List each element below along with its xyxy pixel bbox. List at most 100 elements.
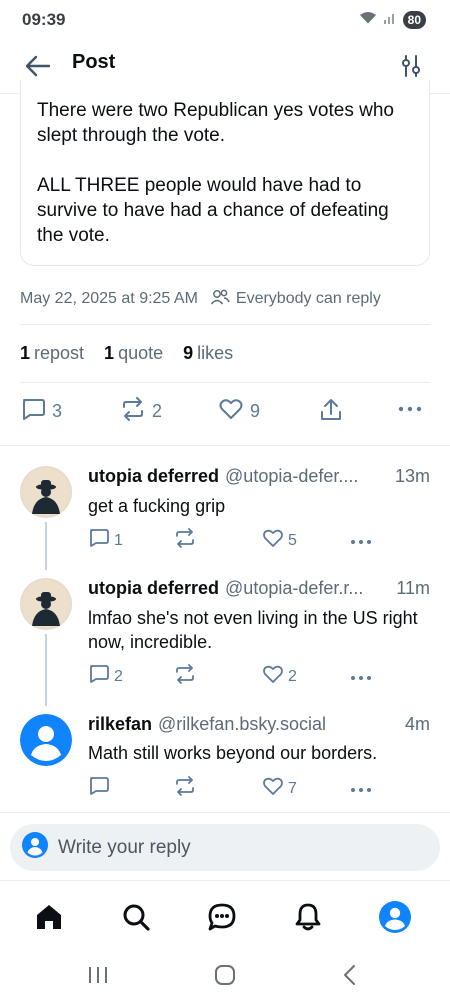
- reply-button[interactable]: 3: [20, 397, 62, 426]
- signal-icon: [383, 11, 397, 30]
- post-text: There were two Republican yes votes who …: [37, 100, 394, 246]
- post-text-card[interactable]: There were two Republican yes votes who …: [20, 80, 430, 266]
- more-dots-icon: [350, 780, 372, 798]
- repost-count: 2: [152, 401, 163, 421]
- reply-button[interactable]: 2: [88, 664, 123, 689]
- like-button[interactable]: 2: [262, 664, 297, 689]
- settings-sliders-icon[interactable]: [396, 50, 426, 82]
- more-options-button[interactable]: [350, 668, 372, 686]
- post-meta: May 22, 2025 at 9:25 AM Everybody can re…: [20, 286, 430, 312]
- reply-actions: 7: [88, 776, 388, 800]
- heart-icon: [262, 528, 284, 553]
- bell-icon[interactable]: [290, 899, 326, 935]
- repost-button[interactable]: [174, 664, 196, 689]
- reply-icon: [88, 664, 110, 689]
- like-count: 7: [288, 779, 297, 797]
- more-dots-icon: [350, 668, 372, 686]
- page-title: Post: [72, 51, 116, 73]
- reply-item[interactable]: rilkefan @rilkefan.bsky.social 4m Math s…: [0, 712, 450, 812]
- reply-actions: 2 2: [88, 664, 388, 688]
- repost-button[interactable]: [174, 528, 196, 553]
- reply-item[interactable]: utopia deferred @utopia-defer.r... 11m l…: [0, 576, 450, 696]
- reply-time: 13m: [394, 466, 430, 486]
- repost-button[interactable]: [174, 776, 196, 801]
- back-arrow-icon[interactable]: [22, 50, 54, 82]
- status-bar: 09:39 80: [0, 0, 450, 40]
- share-icon: [318, 397, 344, 428]
- heart-icon: [262, 664, 284, 689]
- avatar[interactable]: [20, 466, 72, 518]
- home-icon[interactable]: [31, 899, 67, 935]
- like-count: 2: [288, 667, 297, 685]
- reply-icon: [88, 528, 110, 553]
- more-options-button[interactable]: [350, 780, 372, 798]
- reply-button[interactable]: [88, 776, 110, 801]
- avatar[interactable]: [20, 714, 72, 766]
- home-button-icon[interactable]: [210, 960, 240, 990]
- repost-icon: [174, 528, 196, 553]
- author-handle: @utopia-defer....: [225, 466, 359, 486]
- divider: [0, 812, 450, 813]
- more-options-button[interactable]: [398, 397, 422, 418]
- reposts-count[interactable]: 1 repost: [20, 343, 84, 364]
- reply-composer[interactable]: Write your reply: [10, 824, 440, 871]
- user-avatar-icon: [22, 832, 48, 863]
- like-count: 5: [288, 531, 297, 549]
- like-button[interactable]: 5: [262, 528, 297, 553]
- reply-placeholder: Write your reply: [58, 836, 191, 858]
- post-timestamp: May 22, 2025 at 9:25 AM: [20, 290, 198, 307]
- author-name[interactable]: utopia deferred: [88, 466, 219, 487]
- profile-icon[interactable]: [377, 899, 413, 935]
- likes-count[interactable]: 9 likes: [183, 343, 233, 364]
- repost-icon: [174, 776, 196, 801]
- author-handle: @rilkefan.bsky.social: [158, 714, 327, 734]
- reply-setting-label: Everybody can reply: [235, 290, 381, 307]
- author-name[interactable]: utopia deferred: [88, 578, 219, 599]
- reply-text: lmfao she's not even living in the US ri…: [88, 608, 418, 652]
- repost-button[interactable]: 2: [120, 397, 162, 426]
- reply-count: 1: [114, 531, 123, 549]
- heart-icon: [218, 397, 244, 426]
- like-count: 9: [250, 401, 261, 421]
- share-button[interactable]: [318, 397, 344, 428]
- system-back-icon[interactable]: [335, 960, 365, 990]
- bottom-nav: [0, 880, 450, 950]
- reply-text: get a fucking grip: [88, 496, 226, 516]
- reply-count: 3: [52, 401, 63, 421]
- avatar[interactable]: [20, 578, 72, 630]
- author-handle: @utopia-defer.r...: [225, 578, 364, 598]
- people-icon: [210, 288, 230, 311]
- reply-item[interactable]: utopia deferred @utopia-defer.... 13m ge…: [0, 464, 450, 574]
- heart-icon: [262, 776, 284, 801]
- wifi-icon: [359, 11, 377, 30]
- more-dots-icon: [398, 397, 422, 418]
- reply-text: Math still works beyond our borders.: [88, 743, 378, 763]
- reply-time: 4m: [404, 714, 430, 734]
- divider: [20, 382, 430, 383]
- system-nav-bar: [0, 950, 450, 1000]
- like-button[interactable]: 9: [218, 397, 260, 426]
- more-dots-icon: [350, 532, 372, 550]
- reply-time: 11m: [396, 578, 430, 598]
- recents-icon[interactable]: [83, 960, 113, 990]
- engagement-counts: 1 repost 1 quote 9 likes: [20, 343, 233, 364]
- reply-setting[interactable]: Everybody can reply: [210, 288, 381, 311]
- reply-count: 2: [114, 667, 123, 685]
- like-button[interactable]: 7: [262, 776, 297, 801]
- reply-icon: [88, 776, 110, 801]
- search-icon[interactable]: [118, 899, 154, 935]
- quotes-count[interactable]: 1 quote: [104, 343, 163, 364]
- author-name[interactable]: rilkefan: [88, 714, 152, 735]
- divider: [0, 445, 450, 446]
- battery-indicator: 80: [402, 11, 426, 29]
- post-actions: 3 2 9: [20, 397, 430, 427]
- reply-button[interactable]: 1: [88, 528, 123, 553]
- repost-icon: [120, 397, 146, 426]
- reply-actions: 1 5: [88, 528, 388, 552]
- status-time: 09:39: [22, 10, 66, 29]
- divider: [20, 324, 430, 325]
- repost-icon: [174, 664, 196, 689]
- more-options-button[interactable]: [350, 532, 372, 550]
- chat-icon[interactable]: [204, 899, 240, 935]
- reply-icon: [20, 397, 46, 426]
